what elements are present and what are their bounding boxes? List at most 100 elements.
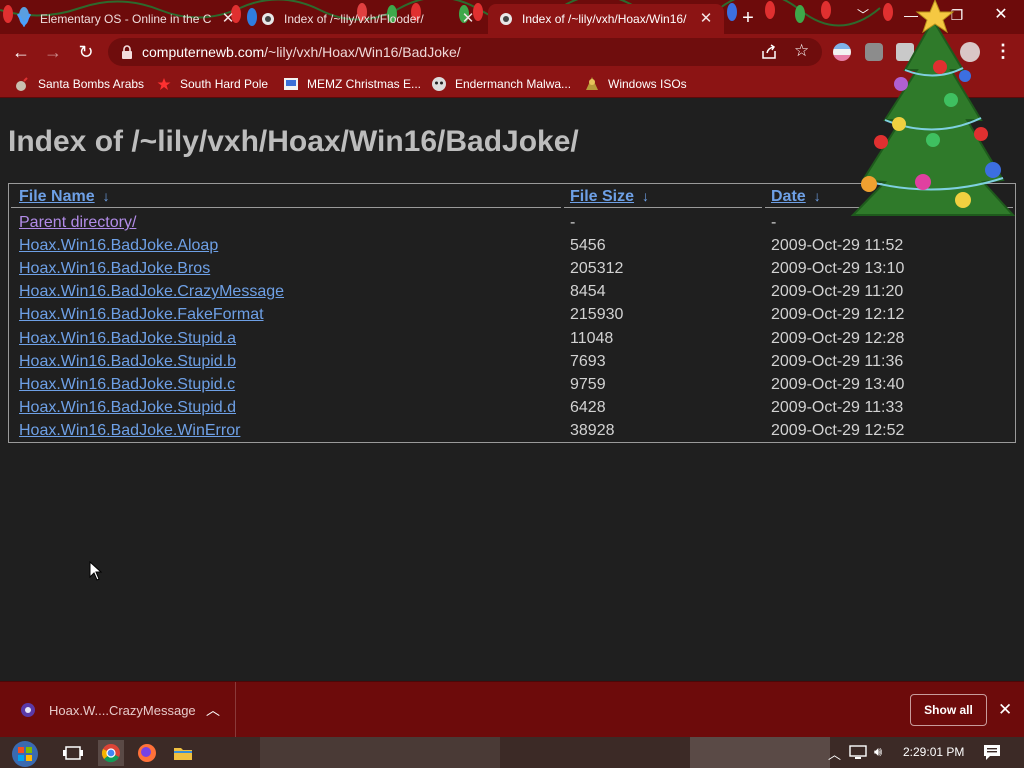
close-shelf-icon[interactable]: ✕ (998, 700, 1012, 720)
column-header-label: File Name (19, 188, 95, 205)
file-link[interactable]: Hoax.Win16.BadJoke.WinError (19, 422, 240, 439)
table-row: Hoax.Win16.BadJoke.Stupid.a 11048 2009-O… (9, 329, 1015, 352)
url-host: computernewb.com (142, 44, 265, 60)
taskbar-wallpaper-tint (690, 737, 830, 768)
address-bar[interactable]: computernewb.com/~lily/vxh/Hoax/Win16/Ba… (108, 38, 822, 66)
bookmark-endermanch-malware[interactable]: Endermanch Malwa... (431, 75, 571, 93)
file-name-cell: Parent directory/ (19, 213, 136, 232)
table-row: Hoax.Win16.BadJoke.Stupid.d 6428 2009-Oc… (9, 398, 1015, 421)
url-text[interactable]: computernewb.com/~lily/vxh/Hoax/Win16/Ba… (142, 44, 461, 60)
download-item[interactable]: Hoax.W....CrazyMessage ︿ (0, 682, 236, 738)
close-tab-icon[interactable]: ✕ (698, 11, 714, 27)
sort-arrow-icon: ↓ (102, 188, 110, 204)
file-name-cell: Hoax.Win16.BadJoke.Stupid.d (19, 398, 236, 417)
lock-icon[interactable] (120, 44, 134, 60)
program-file-icon (21, 703, 35, 717)
column-header-label: File Size (570, 188, 635, 205)
file-date-cell: 2009-Oct-29 12:28 (771, 330, 905, 347)
tab-title: Index of /~lily/vxh/Hoax/Win16/ (522, 12, 687, 26)
file-name-cell: Hoax.Win16.BadJoke.Bros (19, 259, 210, 278)
tab-title: Elementary OS - Online in the Cl (40, 12, 213, 26)
bookmark-santa-bombs-arabs[interactable]: Santa Bombs Arabs (14, 75, 144, 93)
file-size-cell: 205312 (570, 260, 624, 277)
file-size-cell: 215930 (570, 306, 624, 323)
chrome-taskbar-icon[interactable] (98, 740, 124, 766)
tab-elementary-os[interactable]: Elementary OS - Online in the Cl ✕ (6, 4, 246, 34)
bomb-icon (16, 77, 28, 91)
file-link[interactable]: Hoax.Win16.BadJoke.FakeFormat (19, 306, 264, 323)
close-tab-icon[interactable]: ✕ (460, 11, 476, 27)
volume-icon[interactable]: 🔊︎ (874, 744, 882, 760)
file-date-cell: 2009-Oct-29 12:52 (771, 422, 905, 439)
new-tab-button[interactable]: + (737, 7, 759, 29)
server-favicon-icon (262, 13, 274, 25)
show-all-button[interactable]: Show all (910, 694, 987, 726)
file-size-cell: - (570, 214, 576, 231)
bookmark-star-icon[interactable]: ☆ (794, 41, 809, 61)
task-view-icon[interactable] (60, 740, 86, 766)
share-icon[interactable] (760, 43, 778, 61)
taskbar-clock[interactable]: 2:29:01 PM (903, 745, 964, 759)
close-tab-icon[interactable]: ✕ (220, 11, 236, 27)
file-name-cell: Hoax.Win16.BadJoke.CrazyMessage (19, 282, 284, 301)
file-size-cell: 8454 (570, 283, 606, 300)
back-arrow-icon[interactable]: ← (8, 39, 34, 65)
network-icon[interactable] (848, 743, 868, 761)
table-row: Hoax.Win16.BadJoke.Bros 205312 2009-Oct-… (9, 259, 1015, 282)
bookmark-memz-christmas[interactable]: MEMZ Christmas E... (283, 75, 421, 93)
column-header-file-name[interactable]: File Name ↓ (19, 188, 110, 206)
action-center-icon[interactable] (982, 743, 1002, 761)
windows-iso-icon (586, 77, 598, 90)
file-link[interactable]: Hoax.Win16.BadJoke.Stupid.b (19, 353, 236, 370)
file-date-cell: 2009-Oct-29 13:40 (771, 376, 905, 393)
file-name-cell: Hoax.Win16.BadJoke.FakeFormat (19, 305, 264, 324)
table-row: Hoax.Win16.BadJoke.FakeFormat 215930 200… (9, 305, 1015, 328)
file-size-cell: 7693 (570, 353, 606, 370)
file-name-cell: Hoax.Win16.BadJoke.Stupid.c (19, 375, 235, 394)
sort-arrow-icon: ↓ (813, 188, 821, 204)
file-link[interactable]: Hoax.Win16.BadJoke.Stupid.c (19, 376, 235, 393)
memz-icon (284, 78, 298, 90)
red-star-icon (157, 77, 171, 91)
file-link[interactable]: Hoax.Win16.BadJoke.Stupid.d (19, 399, 236, 416)
tab-badjoke-active[interactable]: Index of /~lily/vxh/Hoax/Win16/ ✕ (488, 4, 724, 34)
tab-flooder[interactable]: Index of /~lily/vxh/Flooder/ ✕ (250, 4, 486, 34)
christmas-tree-decoration (850, 0, 1016, 216)
show-hidden-icons-chevron-icon[interactable]: ︿ (828, 744, 841, 763)
column-header-file-size[interactable]: File Size ↓ (570, 188, 649, 206)
bookmark-label: South Hard Pole (180, 77, 269, 91)
file-date-cell: - (771, 214, 777, 231)
page-title: Index of /~lily/vxh/Hoax/Win16/BadJoke/ (8, 125, 579, 158)
header-divider (11, 207, 561, 208)
file-link[interactable]: Hoax.Win16.BadJoke.Bros (19, 260, 210, 277)
firefox-taskbar-icon[interactable] (134, 740, 160, 766)
file-name-cell: Hoax.Win16.BadJoke.WinError (19, 421, 240, 440)
bookmark-label: Windows ISOs (608, 77, 687, 91)
file-explorer-icon[interactable] (170, 740, 196, 766)
file-date-cell: 2009-Oct-29 12:12 (771, 306, 905, 323)
chevron-up-icon[interactable]: ︿ (206, 700, 220, 720)
tab-title: Index of /~lily/vxh/Flooder/ (284, 12, 424, 26)
endermanch-icon (432, 77, 446, 91)
sort-arrow-icon: ↓ (642, 188, 650, 204)
windows-taskbar: ︿ 🔊︎ 2:29:01 PM (0, 737, 1024, 768)
bookmark-label: MEMZ Christmas E... (307, 77, 422, 91)
bookmark-windows-isos[interactable]: Windows ISOs (584, 75, 687, 93)
file-link[interactable]: Hoax.Win16.BadJoke.CrazyMessage (19, 283, 284, 300)
file-size-cell: 6428 (570, 399, 606, 416)
file-name-cell: Hoax.Win16.BadJoke.Stupid.a (19, 329, 236, 348)
bookmark-south-hard-pole[interactable]: South Hard Pole (156, 75, 268, 93)
start-orb-icon[interactable] (8, 739, 42, 768)
reload-icon[interactable]: ↻ (73, 39, 99, 65)
server-favicon-icon (500, 13, 512, 25)
file-name-cell: Hoax.Win16.BadJoke.Stupid.b (19, 352, 236, 371)
column-header-date[interactable]: Date ↓ (771, 188, 821, 206)
forward-arrow-icon[interactable]: → (40, 39, 66, 65)
file-name-cell: Hoax.Win16.BadJoke.Aloap (19, 236, 218, 255)
file-link[interactable]: Hoax.Win16.BadJoke.Aloap (19, 237, 218, 254)
file-date-cell: 2009-Oct-29 11:33 (771, 399, 904, 416)
parent-directory-link[interactable]: Parent directory/ (19, 214, 136, 231)
file-date-cell: 2009-Oct-29 11:20 (771, 283, 904, 300)
file-link[interactable]: Hoax.Win16.BadJoke.Stupid.a (19, 330, 236, 347)
url-path: /~lily/vxh/Hoax/Win16/BadJoke/ (264, 44, 461, 60)
